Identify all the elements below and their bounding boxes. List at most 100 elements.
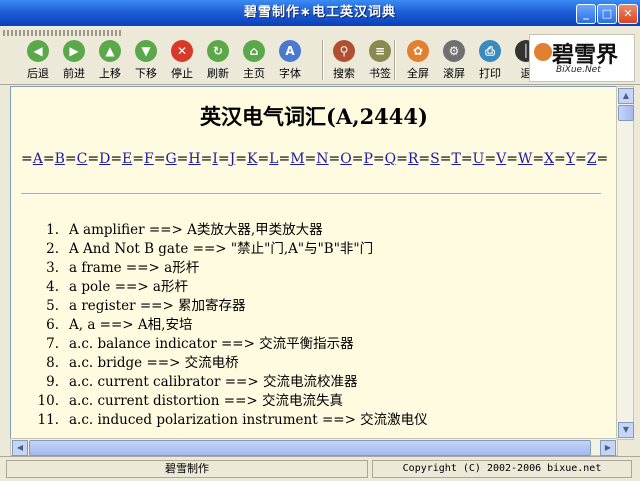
alphabet-index: =A=B=C=D=E=F=G=H=I=J=K=L=M=N=O=P=Q=R=S=T…: [21, 151, 609, 167]
entry-list: 1. A amplifier ==> A类放大器,甲类放大器 2. A And Not…: [29, 221, 609, 430]
toolbar-icon-6: ⌂: [243, 40, 265, 62]
toolbar-button-11[interactable]: ⚙ 滚屏: [436, 38, 472, 82]
letter-link-s[interactable]: S: [430, 151, 440, 167]
toolbar-button-5[interactable]: ↻ 刷新: [200, 38, 236, 82]
entry-number: 1.: [46, 222, 59, 238]
toolbar-label: 前进: [63, 67, 85, 80]
entry-number: 5.: [46, 298, 59, 314]
letter-link-n[interactable]: N: [316, 151, 328, 167]
entry-number: 9.: [46, 374, 59, 390]
entry-text: a.c. bridge ==> 交流电桥: [69, 355, 239, 371]
toolbar-button-6[interactable]: ⌂ 主页: [236, 38, 272, 82]
letter-link-q[interactable]: Q: [385, 151, 396, 167]
minimize-button[interactable]: _: [576, 4, 596, 24]
toolbar-icon-5: ↻: [207, 40, 229, 62]
letter-link-h[interactable]: H: [188, 151, 200, 167]
toolbar-button-9[interactable]: ≡ 书签: [362, 38, 398, 82]
entry-number: 4.: [46, 279, 59, 295]
letter-link-r[interactable]: R: [408, 151, 419, 167]
letter-link-v[interactable]: V: [496, 151, 506, 167]
letter-link-e[interactable]: E: [122, 151, 132, 167]
dictionary-content: 英汉电气词汇(A,2444) =A=B=C=D=E=F=G=H=I=J=K=L=…: [10, 86, 618, 440]
list-item: 10. a.c. current distortion ==> 交流电流失真: [29, 392, 609, 411]
entry-text: a pole ==> a形杆: [69, 279, 188, 295]
toolbar-button-10[interactable]: ✿ 全屏: [400, 38, 436, 82]
toolbar-button-0[interactable]: ◀ 后退: [20, 38, 56, 82]
entry-text: a.c. current distortion ==> 交流电流失真: [69, 393, 344, 409]
letter-link-f[interactable]: F: [144, 151, 154, 167]
letter-link-j[interactable]: J: [230, 151, 236, 167]
letter-link-a[interactable]: A: [33, 151, 43, 167]
toolbar-button-4[interactable]: ✕ 停止: [164, 38, 200, 82]
toolbar-icon-1: ▶: [63, 40, 85, 62]
toolbar-separator: [322, 40, 324, 80]
entry-text: a.c. balance indicator ==> 交流平衡指示器: [69, 336, 354, 352]
letter-link-w[interactable]: W: [518, 151, 532, 167]
list-item: 8. a.c. bridge ==> 交流电桥: [29, 354, 609, 373]
entry-number: 8.: [46, 355, 59, 371]
flower-icon: [534, 43, 552, 61]
bixue-logo: 碧雪界 BiXue.Net: [529, 34, 635, 82]
entry-text: a.c. induced polarization instrument ==>…: [69, 412, 428, 428]
entry-text: A, a ==> A相,安培: [69, 317, 193, 333]
list-item: 7. a.c. balance indicator ==> 交流平衡指示器: [29, 335, 609, 354]
list-item: 11. a.c. induced polarization instrument …: [29, 411, 609, 430]
letter-link-k[interactable]: K: [247, 151, 257, 167]
letter-link-x[interactable]: X: [544, 151, 554, 167]
scroll-up-arrow[interactable]: ▲: [618, 88, 634, 104]
toolbar-button-1[interactable]: ▶ 前进: [56, 38, 92, 82]
title-bar: 碧雪制作∗电工英汉词典 _ □ ✕: [0, 0, 640, 26]
toolbar-grip[interactable]: [3, 30, 123, 36]
toolbar-label: 搜索: [333, 67, 355, 80]
toolbar-button-3[interactable]: ▼ 下移: [128, 38, 164, 82]
close-button[interactable]: ✕: [618, 4, 638, 24]
list-item: 6. A, a ==> A相,安培: [29, 316, 609, 335]
toolbar-icon-11: ⚙: [443, 40, 465, 62]
entry-number: 7.: [46, 336, 59, 352]
horizontal-scroll-thumb[interactable]: [29, 440, 591, 456]
entry-text: a.c. current calibrator ==> 交流电流校准器: [69, 374, 358, 390]
toolbar-button-2[interactable]: ▲ 上移: [92, 38, 128, 82]
toolbar-icon-8: ⚲: [333, 40, 355, 62]
letter-link-g[interactable]: G: [165, 151, 176, 167]
letter-link-t[interactable]: T: [451, 151, 460, 167]
entry-text: a frame ==> a形杆: [69, 260, 200, 276]
entry-text: A And Not B gate ==> "禁止"门,A"与"B"非"门: [69, 241, 374, 257]
letter-link-u[interactable]: U: [473, 151, 485, 167]
letter-link-z[interactable]: Z: [587, 151, 597, 167]
horizontal-scrollbar[interactable]: ◀ ▶: [10, 438, 618, 456]
scroll-down-arrow[interactable]: ▼: [618, 422, 634, 438]
letter-link-c[interactable]: C: [77, 151, 88, 167]
toolbar-button-12[interactable]: ⎙ 打印: [472, 38, 508, 82]
toolbar-label: 下移: [135, 67, 157, 80]
toolbar-label: 停止: [171, 67, 193, 80]
entry-number: 10.: [37, 393, 59, 409]
letter-link-i[interactable]: I: [212, 151, 218, 167]
entry-number: 2.: [46, 241, 59, 257]
letter-link-m[interactable]: M: [290, 151, 304, 167]
vertical-scroll-thumb[interactable]: [618, 105, 634, 121]
toolbar-label: 后退: [27, 67, 49, 80]
letter-link-p[interactable]: P: [363, 151, 372, 167]
letter-link-d[interactable]: D: [99, 151, 110, 167]
vertical-scrollbar[interactable]: ▲ ▼: [616, 86, 634, 440]
entry-text: A amplifier ==> A类放大器,甲类放大器: [69, 222, 323, 238]
maximize-button[interactable]: □: [597, 4, 617, 24]
toolbar-icon-0: ◀: [27, 40, 49, 62]
toolbar-label: 打印: [479, 67, 501, 80]
list-item: 2. A And Not B gate ==> "禁止"门,A"与"B"非"门: [29, 240, 609, 259]
toolbar-icon-12: ⎙: [479, 40, 501, 62]
letter-link-y[interactable]: Y: [566, 151, 575, 167]
scroll-right-arrow[interactable]: ▶: [600, 440, 616, 456]
letter-link-b[interactable]: B: [55, 151, 65, 167]
status-bar: 碧雪制作 Copyright (C) 2002-2006 bixue.net: [0, 456, 640, 481]
status-left: 碧雪制作: [6, 460, 368, 478]
list-item: 1. A amplifier ==> A类放大器,甲类放大器: [29, 221, 609, 240]
toolbar-button-7[interactable]: A 字体: [272, 38, 308, 82]
toolbar-label: 上移: [99, 67, 121, 80]
scroll-left-arrow[interactable]: ◀: [12, 440, 28, 456]
toolbar-button-8[interactable]: ⚲ 搜索: [326, 38, 362, 82]
list-item: 5. a register ==> 累加寄存器: [29, 297, 609, 316]
letter-link-l[interactable]: L: [269, 151, 278, 167]
letter-link-o[interactable]: O: [340, 151, 351, 167]
